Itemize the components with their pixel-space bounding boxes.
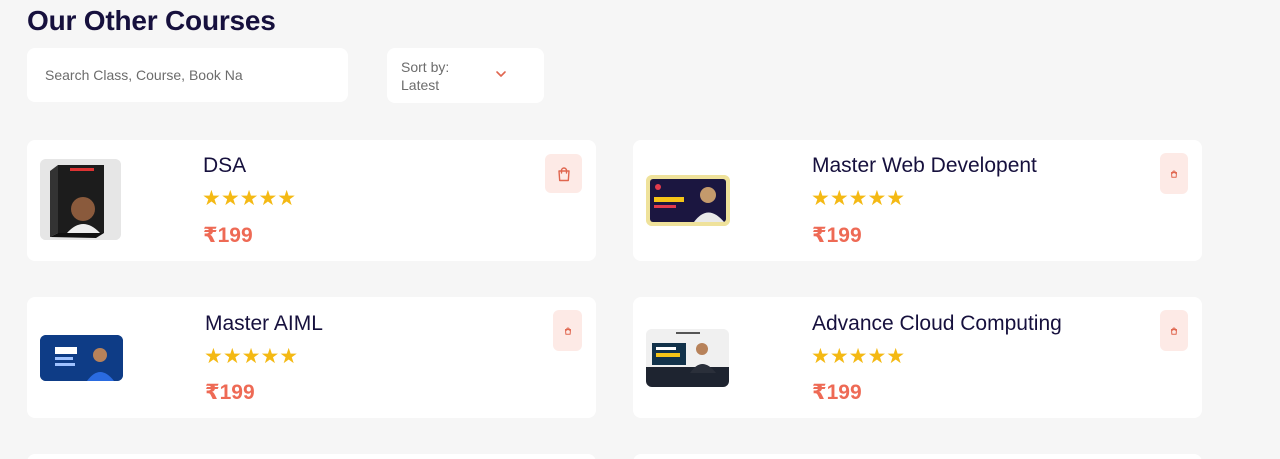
course-price: ₹199 xyxy=(812,224,862,247)
course-card[interactable]: Master AIML ★★★★★ ₹199 xyxy=(27,297,596,418)
course-thumbnail-image xyxy=(40,335,123,381)
add-to-cart-button[interactable] xyxy=(1160,310,1188,351)
course-price: ₹199 xyxy=(812,381,862,404)
course-thumbnail[interactable] xyxy=(40,159,121,240)
add-to-cart-button[interactable] xyxy=(545,154,582,193)
course-card-partial[interactable] xyxy=(633,454,1202,459)
course-thumbnail-image xyxy=(40,159,121,240)
page-title: Our Other Courses xyxy=(27,5,276,36)
course-thumbnail[interactable] xyxy=(40,335,123,381)
course-thumbnail[interactable] xyxy=(646,329,729,387)
course-title[interactable]: DSA xyxy=(203,154,246,178)
course-price: ₹199 xyxy=(203,224,253,247)
chevron-down-icon xyxy=(496,71,506,77)
course-price: ₹199 xyxy=(205,381,255,404)
course-thumbnail-image xyxy=(646,329,729,387)
search-input[interactable] xyxy=(45,67,335,83)
course-title[interactable]: Master AIML xyxy=(205,312,323,336)
course-card[interactable]: DSA ★★★★★ ₹199 xyxy=(27,140,596,261)
shopping-bag-icon xyxy=(564,327,571,335)
add-to-cart-button[interactable] xyxy=(553,310,582,351)
course-card[interactable]: Master Web Developent ★★★★★ ₹199 xyxy=(633,140,1202,261)
course-thumbnail-image xyxy=(646,175,730,226)
course-thumbnail[interactable] xyxy=(646,175,730,226)
search-box[interactable] xyxy=(27,48,348,102)
sort-label: Sort by: xyxy=(401,58,450,75)
add-to-cart-button[interactable] xyxy=(1160,153,1188,194)
course-title[interactable]: Advance Cloud Computing xyxy=(812,312,1062,336)
courses-page: Our Other Courses Sort by: Latest DSA ★★ xyxy=(0,0,1280,459)
sort-text: Sort by: Latest xyxy=(401,58,481,94)
rating-stars: ★★★★★ xyxy=(204,345,299,368)
shopping-bag-icon xyxy=(1171,170,1177,178)
course-title[interactable]: Master Web Developent xyxy=(812,154,1037,178)
shopping-bag-icon xyxy=(1171,327,1177,335)
shopping-bag-icon xyxy=(557,166,570,181)
sort-value: Latest xyxy=(401,76,440,93)
course-card[interactable]: Advance Cloud Computing ★★★★★ ₹199 xyxy=(633,297,1202,418)
rating-stars: ★★★★★ xyxy=(202,187,297,210)
rating-stars: ★★★★★ xyxy=(811,187,906,210)
rating-stars: ★★★★★ xyxy=(811,345,906,368)
course-card-partial[interactable] xyxy=(27,454,596,459)
sort-dropdown[interactable]: Sort by: Latest xyxy=(387,48,544,103)
